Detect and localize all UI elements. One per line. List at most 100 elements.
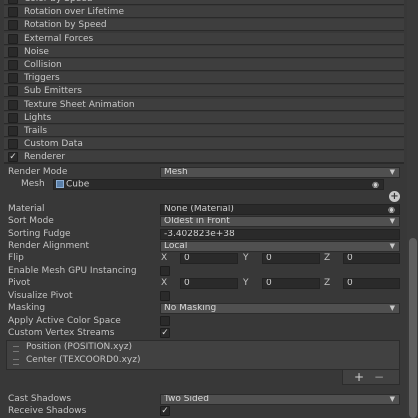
custom-vertex-streams-label: Custom Vertex Streams: [8, 328, 115, 338]
module-row[interactable]: Color by Speed: [4, 0, 404, 5]
cast-shadows-value: Two Sided: [164, 394, 209, 404]
module-enable-checkbox[interactable]: [8, 112, 18, 123]
scrollbar-thumb[interactable]: [409, 238, 417, 418]
receive-shadows-checkbox[interactable]: ✓: [160, 406, 170, 416]
chevron-down-icon: ▼: [389, 304, 395, 312]
module-row[interactable]: Rotation over Lifetime: [4, 6, 404, 19]
receive-shadows-label: Receive Shadows: [8, 406, 87, 416]
module-enable-checkbox[interactable]: [8, 7, 18, 18]
module-label[interactable]: Collision: [24, 59, 62, 71]
chevron-down-icon: ▼: [389, 242, 395, 250]
add-stream-button[interactable]: +: [352, 370, 366, 384]
check-icon: ✓: [9, 152, 17, 163]
drag-handle-icon[interactable]: [13, 359, 19, 365]
sorting-fudge-field[interactable]: -3.402823e+38: [160, 229, 400, 240]
module-enable-checkbox[interactable]: [8, 60, 18, 70]
module-label[interactable]: Lights: [24, 112, 51, 124]
cube-mesh-icon: [56, 180, 64, 188]
mesh-object-field[interactable]: Cube ◉: [53, 179, 384, 190]
module-row[interactable]: Lights: [4, 111, 404, 124]
pivot-z-field[interactable]: 0: [343, 278, 400, 289]
visualize-pivot-label: Visualize Pivot: [8, 291, 73, 301]
render-mode-dropdown[interactable]: Mesh ▼: [160, 167, 400, 178]
module-label[interactable]: Rotation by Speed: [24, 19, 107, 31]
module-row[interactable]: Triggers: [4, 72, 404, 85]
flip-x-field[interactable]: 0: [180, 253, 238, 264]
drag-handle-icon[interactable]: [13, 346, 19, 352]
mesh-label: Mesh: [21, 179, 45, 189]
module-row[interactable]: Rotation by Speed: [4, 19, 404, 32]
module-row[interactable]: Trails: [4, 125, 404, 137]
chevron-down-icon: ▼: [389, 395, 395, 403]
material-label: Material: [8, 204, 45, 214]
module-enable-checkbox[interactable]: [8, 126, 18, 136]
material-picker-icon[interactable]: ◉: [388, 205, 395, 214]
render-alignment-value: Local: [164, 241, 188, 251]
module-enable-checkbox[interactable]: [8, 33, 18, 44]
flip-z-axis-label: Z: [324, 253, 331, 263]
stream-list-footer: [342, 370, 400, 385]
module-label[interactable]: Noise: [24, 46, 49, 58]
renderer-divider: [4, 163, 404, 164]
flip-x-value: 0: [184, 253, 190, 263]
sort-mode-dropdown[interactable]: Oldest in Front ▼: [160, 216, 400, 227]
gpu-instancing-checkbox[interactable]: [160, 266, 170, 276]
module-row[interactable]: Sub Emitters: [4, 85, 404, 98]
render-alignment-dropdown[interactable]: Local ▼: [160, 241, 400, 252]
stream-item-center[interactable]: Center (TEXCOORD0.xyz): [26, 354, 140, 367]
cast-shadows-label: Cast Shadows: [8, 394, 72, 404]
active-color-space-label: Apply Active Color Space: [8, 316, 121, 326]
pivot-label: Pivot: [8, 278, 31, 288]
module-row[interactable]: Collision: [4, 59, 404, 71]
module-row[interactable]: Noise: [4, 45, 404, 58]
module-enable-checkbox[interactable]: [8, 139, 18, 150]
remove-stream-button[interactable]: −: [372, 370, 386, 384]
pivot-y-axis-label: Y: [243, 278, 249, 288]
module-row[interactable]: Custom Data: [4, 138, 404, 151]
module-label[interactable]: Texture Sheet Animation: [24, 99, 135, 111]
module-row[interactable]: External Forces: [4, 32, 404, 45]
module-label[interactable]: Custom Data: [24, 138, 83, 150]
module-enable-checkbox[interactable]: [8, 0, 18, 4]
module-label[interactable]: Rotation over Lifetime: [24, 6, 124, 18]
pivot-y-field[interactable]: 0: [262, 278, 320, 289]
flip-y-field[interactable]: 0: [262, 253, 320, 264]
masking-dropdown[interactable]: No Masking ▼: [160, 303, 400, 314]
stream-item-position[interactable]: Position (POSITION.xyz): [26, 341, 132, 354]
module-enable-checkbox[interactable]: ✓: [8, 152, 18, 163]
masking-label: Masking: [8, 303, 46, 313]
module-enable-checkbox[interactable]: [8, 73, 18, 84]
render-alignment-label: Render Alignment: [8, 241, 90, 251]
module-row[interactable]: Texture Sheet Animation: [4, 98, 404, 111]
module-label[interactable]: External Forces: [24, 33, 93, 45]
module-label[interactable]: Triggers: [24, 72, 60, 84]
module-label[interactable]: Color by Speed: [24, 0, 92, 5]
module-enable-checkbox[interactable]: [8, 86, 18, 97]
visualize-pivot-checkbox[interactable]: [160, 291, 170, 301]
render-mode-label: Render Mode: [8, 167, 68, 177]
active-color-space-checkbox[interactable]: [160, 316, 170, 326]
module-enable-checkbox[interactable]: [8, 20, 18, 31]
module-row[interactable]: ✓ Renderer: [4, 151, 404, 164]
flip-x-axis-label: X: [161, 253, 168, 263]
cast-shadows-dropdown[interactable]: Two Sided ▼: [160, 394, 400, 405]
module-enable-checkbox[interactable]: [8, 46, 18, 57]
check-icon: ✓: [161, 406, 169, 416]
material-object-field[interactable]: None (Material) ◉: [160, 204, 400, 215]
module-label[interactable]: Renderer: [24, 151, 65, 163]
render-mode-value: Mesh: [164, 167, 188, 177]
add-mesh-button[interactable]: +: [389, 191, 400, 202]
module-label[interactable]: Sub Emitters: [24, 85, 82, 97]
pivot-x-field[interactable]: 0: [180, 278, 238, 289]
flip-label: Flip: [8, 253, 24, 263]
flip-z-field[interactable]: 0: [343, 253, 400, 264]
chevron-down-icon: ▼: [389, 217, 395, 225]
custom-vertex-streams-checkbox[interactable]: ✓: [160, 328, 170, 338]
pivot-x-axis-label: X: [161, 278, 168, 288]
sort-mode-label: Sort Mode: [8, 216, 54, 226]
module-enable-checkbox[interactable]: [8, 99, 18, 110]
object-picker-icon[interactable]: ◉: [372, 180, 379, 189]
module-label[interactable]: Trails: [24, 125, 47, 137]
plus-icon: +: [390, 191, 399, 202]
pivot-y-value: 0: [266, 278, 272, 288]
